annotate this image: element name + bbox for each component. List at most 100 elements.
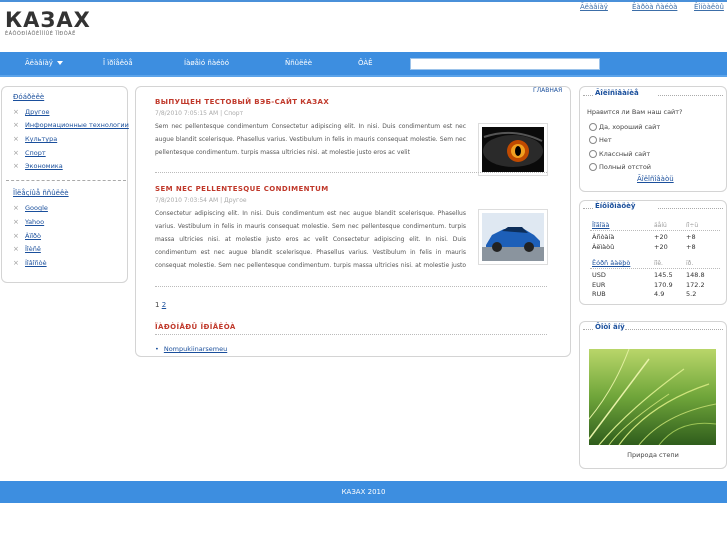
- link-item[interactable]: × Google: [13, 204, 48, 212]
- eye-image: [482, 127, 544, 172]
- info-title: Èíôîðìàöèÿ: [595, 202, 636, 210]
- category-item[interactable]: × Другое: [13, 108, 49, 116]
- radio-button[interactable]: [589, 123, 597, 131]
- link-item[interactable]: × Àïîðò: [13, 232, 41, 240]
- category-link[interactable]: Экономика: [25, 162, 63, 170]
- nav-item-home[interactable]: Ãëàâíàÿ: [25, 59, 63, 67]
- currency-sell: 148.8: [686, 271, 705, 279]
- useful-link[interactable]: Àïîðò: [25, 232, 41, 240]
- weather-night: +8: [686, 233, 696, 241]
- bullet-x-icon: ×: [13, 204, 19, 212]
- bullet-x-icon: ×: [13, 162, 19, 170]
- link-item[interactable]: × Yahoo: [13, 218, 44, 226]
- poll-option[interactable]: Нет: [589, 136, 612, 144]
- currency-sell: 5.2: [686, 290, 697, 298]
- divider: [6, 180, 126, 181]
- poll-option-label: Да, хороший сайт: [599, 123, 661, 131]
- top-stripe: [0, 0, 727, 2]
- currency-heading: Êóðñ âàëþò: [592, 259, 631, 267]
- poll-question: Нравится ли Вам наш сайт?: [587, 108, 683, 116]
- nav-item-links[interactable]: Ññûëêè: [285, 59, 312, 67]
- category-link[interactable]: Другое: [25, 108, 49, 116]
- post-title[interactable]: ВЫПУЩЕН ТЕСТОВЫЙ ВЭБ-САЙТ КАЗАХ: [155, 98, 329, 106]
- photo-caption: Природа степи: [627, 451, 679, 459]
- link-item[interactable]: × Íîâîñòè: [13, 259, 47, 267]
- weather-day: +20: [654, 243, 668, 251]
- useful-link[interactable]: Íîâîñòè: [25, 259, 47, 267]
- post-body: Sem nec pellentesque condimentum Consect…: [155, 123, 466, 156]
- partner-item[interactable]: • Nompukiinarsemeu: [155, 345, 227, 353]
- post-meta: 7/8/2010 7:03:54 AM | Другое: [155, 197, 247, 204]
- col-header: ïîê.: [654, 260, 663, 267]
- weather-day: +20: [654, 233, 668, 241]
- radio-button[interactable]: [589, 150, 597, 158]
- post-divider: [155, 286, 547, 287]
- post-divider: [155, 172, 547, 173]
- category-link[interactable]: Культура: [25, 135, 57, 143]
- currency-buy: 170.9: [654, 281, 673, 289]
- link-item[interactable]: × Ïîèñê: [13, 245, 41, 253]
- bullet-x-icon: ×: [13, 232, 19, 240]
- partners-divider: [155, 334, 547, 335]
- poll-option-label: Полный отстой: [599, 163, 652, 171]
- post-body: Consectetur adipiscing elit. In nisi. Du…: [155, 210, 466, 269]
- toplink-home[interactable]: Ãëàâíàÿ: [580, 3, 608, 11]
- bullet-x-icon: ×: [13, 149, 19, 157]
- breadcrumb[interactable]: ГЛАВНАЯ: [533, 87, 562, 94]
- page-current: 1: [155, 301, 160, 309]
- currency-buy: 145.5: [654, 271, 673, 279]
- poll-title: Ãîëîñîâàíèå: [595, 89, 639, 97]
- vote-button[interactable]: Ãîëîñîâàòü: [637, 175, 674, 183]
- weather-heading: Ïîãîäà: [592, 221, 610, 229]
- currency-code: USD: [592, 271, 606, 279]
- title-rule: [658, 208, 723, 209]
- useful-link[interactable]: Ïîèñê: [25, 245, 41, 253]
- search-input[interactable]: [410, 58, 600, 70]
- category-item[interactable]: × Культура: [13, 135, 57, 143]
- title-rule: [658, 95, 723, 96]
- weather-city: Àëìàòû: [592, 243, 615, 251]
- post-title[interactable]: SEM NEC PELLENTESQUE CONDIMENTUM: [155, 185, 329, 193]
- toplink-sitemap[interactable]: Êàðòà ñàéòà: [632, 3, 677, 11]
- useful-link[interactable]: Yahoo: [25, 218, 44, 226]
- nav-item-site[interactable]: Íàøåìó ñàéòó: [184, 59, 229, 67]
- partners-title: ÏÀÐÒÍÅÐÛ ÏÐÎÅÊÒÀ: [155, 323, 236, 331]
- photo-of-day[interactable]: [588, 348, 717, 446]
- page-link[interactable]: 2: [162, 301, 166, 309]
- radio-button[interactable]: [589, 163, 597, 171]
- weather-night: +8: [686, 243, 696, 251]
- col-header: íî÷ü: [686, 222, 699, 229]
- nav-item-faq[interactable]: ÔÀÊ: [358, 59, 373, 67]
- bullet-x-icon: ×: [13, 135, 19, 143]
- post-thumbnail[interactable]: [478, 209, 548, 265]
- nav-item-about[interactable]: Î ïðîåêòå: [103, 59, 133, 67]
- poll-option[interactable]: Полный отстой: [589, 163, 651, 171]
- bullet-icon: •: [155, 345, 159, 353]
- title-rule: [583, 95, 593, 96]
- poll-option-label: Классный сайт: [599, 150, 651, 158]
- currency-sell: 172.2: [686, 281, 705, 289]
- footer-text: КАЗАХ 2010: [341, 488, 386, 496]
- post-meta: 7/8/2010 7:05:15 AM | Спорт: [155, 110, 244, 117]
- currency-code: RUB: [592, 290, 606, 298]
- post-thumbnail[interactable]: [478, 123, 548, 176]
- radio-button[interactable]: [589, 136, 597, 144]
- nav-item-label: Ãëàâíàÿ: [25, 59, 53, 67]
- category-link[interactable]: Информационные технологии: [25, 121, 129, 129]
- partner-link[interactable]: Nompukiinarsemeu: [164, 345, 227, 353]
- currency-buy: 4.9: [654, 290, 665, 298]
- category-item[interactable]: × Спорт: [13, 149, 46, 157]
- logo-text: КАЗАХ: [5, 8, 91, 32]
- useful-link[interactable]: Google: [25, 204, 48, 212]
- photo-title: Ôîòî äíÿ: [595, 323, 625, 331]
- category-item[interactable]: × Информационные технологии: [13, 121, 129, 129]
- currency-code: EUR: [592, 281, 606, 289]
- site-logo[interactable]: КАЗАХ ÈÁÔÓÐÌÀÖÈÎÍÍÛÉ ÏÎÐÒÀË: [5, 8, 91, 38]
- poll-option[interactable]: Да, хороший сайт: [589, 123, 660, 131]
- category-item[interactable]: × Экономика: [13, 162, 63, 170]
- toplink-contacts[interactable]: Êîíòàêòû: [694, 3, 724, 11]
- bullet-x-icon: ×: [13, 245, 19, 253]
- category-link[interactable]: Спорт: [25, 149, 46, 157]
- poll-option[interactable]: Классный сайт: [589, 150, 650, 158]
- poll-option-label: Нет: [599, 136, 612, 144]
